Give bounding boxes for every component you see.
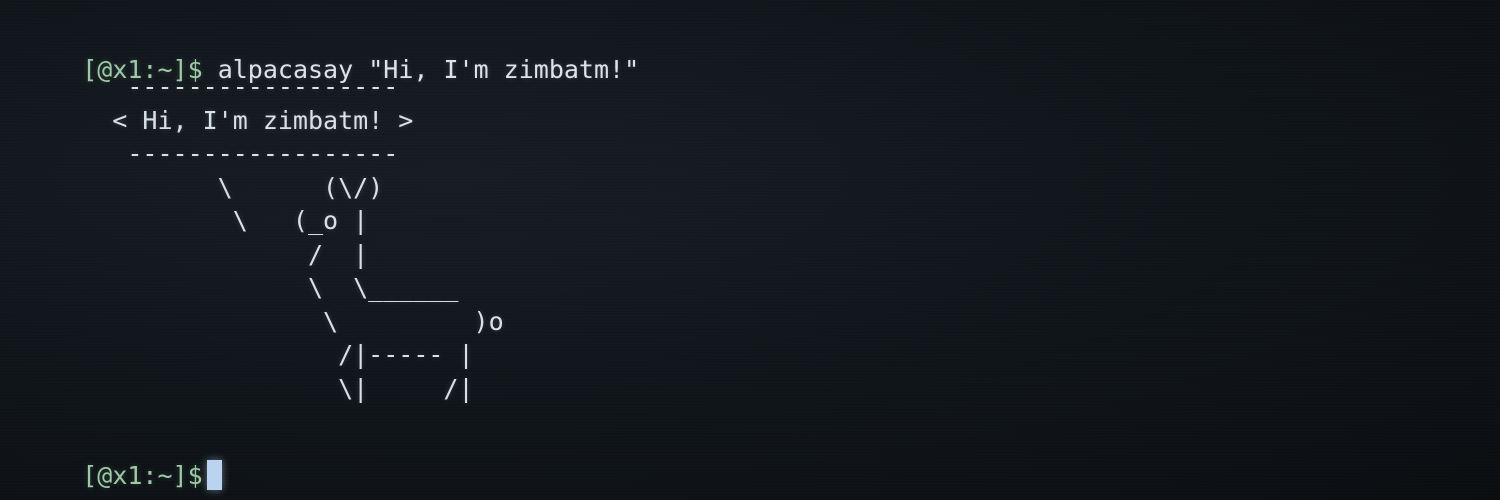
terminal-window[interactable]: [@x1:~]$ alpacasay "Hi, I'm zimbatm!" --…: [0, 0, 1500, 500]
input-line[interactable]: [@x1:~]$: [22, 430, 222, 500]
shell-prompt-active: [@x1:~]$: [82, 461, 203, 490]
alpaca-ascii-output: ------------------ < Hi, I'm zimbatm! > …: [112, 72, 504, 403]
text-cursor: [206, 460, 222, 490]
